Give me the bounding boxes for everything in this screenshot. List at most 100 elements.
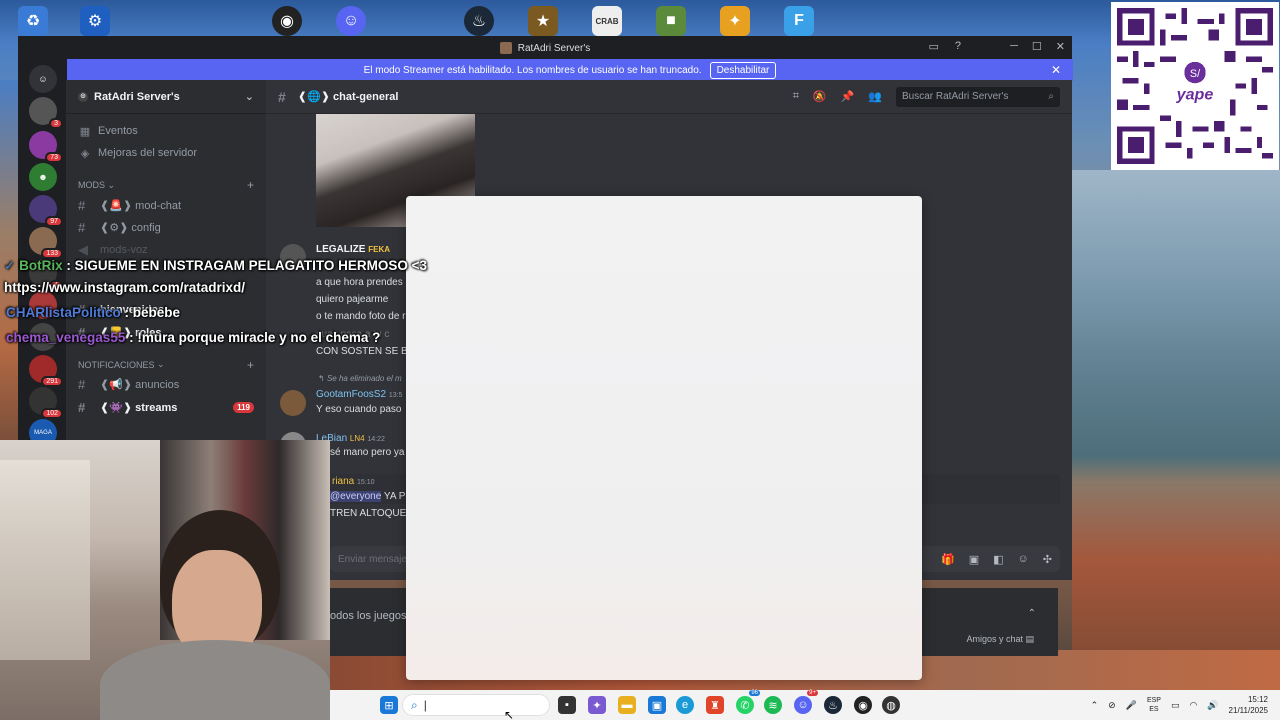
- yape-qr-code: S/ yape: [1111, 2, 1279, 170]
- obs-icon[interactable]: ◉: [272, 6, 302, 36]
- server-icon: [499, 42, 512, 54]
- discord-taskbar-icon[interactable]: ☺ 9+: [794, 690, 818, 714]
- threads-icon[interactable]: ⌗: [793, 90, 799, 103]
- crab-game-icon[interactable]: CRAB: [592, 6, 622, 36]
- search-icon: ⌕: [1048, 91, 1054, 102]
- window-title: RatAdri Server's: [517, 42, 591, 54]
- brave-icon[interactable]: ♜: [706, 696, 724, 714]
- mute-bell-icon[interactable]: 🔕: [813, 90, 827, 103]
- spotify-icon[interactable]: ≋: [764, 696, 782, 714]
- server-avatar[interactable]: 73: [29, 131, 63, 163]
- channel-streams[interactable]: # ❰👾❱ streams 119: [66, 396, 266, 419]
- yape-brand: yape: [1176, 85, 1214, 103]
- microphone-icon[interactable]: 🎤: [1126, 700, 1137, 711]
- sidebar-item-events[interactable]: ▦ Eventos: [66, 120, 266, 142]
- timestamp: 15:10: [357, 479, 375, 486]
- taskbar-search-input[interactable]: ⌕ |: [402, 694, 550, 716]
- streamer-mode-banner: El modo Streamer está habilitado. Los no…: [67, 59, 1073, 81]
- server-avatar[interactable]: ☻: [29, 163, 57, 191]
- search-icon: ⌕: [411, 697, 418, 712]
- app-icon[interactable]: ⚙: [80, 6, 110, 36]
- category-mods[interactable]: MODS ⌄ +: [66, 164, 266, 194]
- edge-icon[interactable]: e: [676, 696, 694, 714]
- hash-icon: #: [78, 220, 86, 236]
- copilot-icon[interactable]: ✦: [588, 696, 606, 714]
- timestamp: 14:22: [367, 436, 385, 443]
- sidebar-item-boosts[interactable]: ◈ Mejoras del servidor: [66, 142, 266, 164]
- add-channel-icon[interactable]: +: [247, 358, 254, 372]
- message-text: CON SOSTEN SE BA: [316, 346, 415, 357]
- gif-icon[interactable]: ▣: [969, 553, 979, 566]
- tray-overflow-icon[interactable]: ⌃: [1091, 700, 1099, 711]
- server-dot-icon: ⊙: [78, 91, 88, 102]
- file-explorer-icon[interactable]: ▬: [618, 696, 636, 714]
- banner-close-icon[interactable]: ✕: [1051, 63, 1061, 77]
- close-button[interactable]: ✕: [1056, 40, 1065, 53]
- display-icon[interactable]: ▭: [1171, 700, 1180, 711]
- role-tag: LN4: [349, 434, 365, 443]
- add-channel-icon[interactable]: +: [247, 178, 254, 192]
- clock[interactable]: 15:12 21/11/2025: [1229, 694, 1268, 716]
- server-avatar[interactable]: 291: [29, 355, 63, 387]
- chevron-down-icon[interactable]: ⌄: [245, 90, 254, 103]
- pin-icon[interactable]: 📌: [841, 90, 855, 103]
- help-icon[interactable]: ?: [955, 40, 961, 53]
- system-tray: ⌃ ⊘ 🎤 ESP ES ▭ ◠ 🔊 15:12 21/11/2025: [1091, 694, 1268, 716]
- counter-strike-icon[interactable]: ✦: [720, 6, 750, 36]
- mention: @everyone: [330, 491, 382, 502]
- hash-icon: #: [78, 377, 86, 393]
- mouse-cursor: ↖: [504, 708, 515, 720]
- gift-icon[interactable]: 🎁: [941, 553, 955, 566]
- stream-chat-line: https://www.instagram.com/ratadrixd/: [4, 280, 246, 295]
- yape-symbol: S/: [1190, 68, 1200, 80]
- fortnite-icon[interactable]: F: [784, 6, 814, 36]
- steam-taskbar-icon[interactable]: ♨: [824, 696, 842, 714]
- whatsapp-icon[interactable]: ✆ 96: [736, 690, 760, 714]
- calendar-icon: ▦: [79, 125, 91, 138]
- discord-icon[interactable]: ☺: [336, 6, 366, 36]
- minimize-button[interactable]: ─: [1010, 40, 1018, 53]
- server-header[interactable]: ⊙ RatAdri Server's ⌄: [66, 80, 266, 114]
- channel-mod-chat[interactable]: # ❰🚨❱ mod-chat: [66, 194, 266, 217]
- stream-chat-line: chema_venegas55 : !mura porque miracle y…: [6, 330, 381, 345]
- maximize-button[interactable]: ☐: [1032, 40, 1042, 53]
- emoji-icon[interactable]: ☺: [1018, 553, 1029, 566]
- network-off-icon[interactable]: ⊘: [1108, 700, 1116, 711]
- blank-overlay-window[interactable]: [406, 196, 922, 680]
- language-indicator[interactable]: ESP ES: [1147, 696, 1161, 714]
- app-taskbar-icon[interactable]: ◍: [882, 696, 900, 714]
- inbox-icon[interactable]: ▭: [928, 40, 938, 53]
- friends-chat-label[interactable]: Amigos y chat ▤: [966, 634, 1034, 645]
- start-button[interactable]: ⊞: [380, 696, 398, 714]
- window-titlebar[interactable]: RatAdri Server's ▭ ? ─ ☐ ✕: [19, 37, 1071, 59]
- all-games-label: odos los juegos: [330, 610, 407, 622]
- sticker-icon[interactable]: ◧: [993, 553, 1003, 566]
- stream-chat-line: ✓ BotRix : SIGUEME EN INSTRAGAM PELAGATI…: [4, 258, 427, 273]
- wifi-icon[interactable]: ◠: [1189, 700, 1197, 711]
- store-icon[interactable]: ▣: [648, 696, 666, 714]
- volume-icon[interactable]: 🔊: [1207, 700, 1218, 711]
- windows-taskbar: ⊞ ⌕ | ▪ ✦ ▬ ▣ e ♜ ✆ 96 ≋ ☺ 9+ ♨ ◉ ◍ ⌃ ⊘ 🎤 …: [330, 690, 1280, 720]
- server-avatar[interactable]: 102: [29, 387, 63, 419]
- channel-config[interactable]: # ❰⚙❱ config: [66, 217, 266, 240]
- members-icon[interactable]: 👥: [868, 90, 882, 103]
- search-input[interactable]: Buscar RatAdri Server's ⌕: [896, 86, 1060, 107]
- category-notifications[interactable]: NOTIFICACIONES ⌄ +: [66, 344, 266, 374]
- channel-announcements[interactable]: # ❰📢❱ anuncios: [66, 374, 266, 397]
- minecraft-icon[interactable]: ■: [656, 6, 686, 36]
- server-avatar[interactable]: 97: [29, 195, 63, 227]
- role-tag: FEKA: [368, 245, 391, 254]
- server-avatar[interactable]: 3: [29, 97, 63, 129]
- server-avatar[interactable]: 133: [29, 227, 63, 259]
- discord-home-icon[interactable]: ☺: [29, 65, 57, 93]
- apps-icon[interactable]: ✣: [1043, 553, 1052, 566]
- user-avatar[interactable]: [280, 390, 306, 416]
- task-view-icon[interactable]: ▪: [558, 696, 576, 714]
- recycle-bin-icon[interactable]: ♻: [18, 6, 48, 36]
- obs-taskbar-icon[interactable]: ◉: [854, 696, 872, 714]
- collapse-icon[interactable]: ⌃: [1028, 608, 1036, 619]
- game-icon[interactable]: ★: [528, 6, 558, 36]
- disable-streamer-button[interactable]: Deshabilitar: [709, 61, 777, 79]
- deleted-message-note: Se ha eliminado el m: [326, 374, 402, 383]
- steam-icon[interactable]: ♨: [464, 6, 494, 36]
